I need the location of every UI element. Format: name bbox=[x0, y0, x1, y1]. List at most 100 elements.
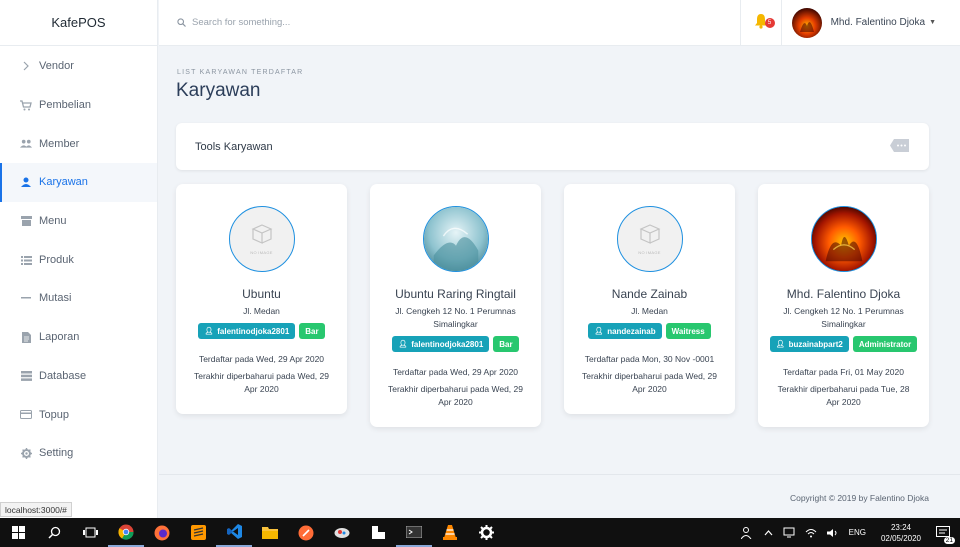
card-icon bbox=[20, 409, 32, 421]
postman-icon[interactable] bbox=[288, 518, 324, 547]
sidebar-item-label: Menu bbox=[39, 215, 67, 228]
sidebar-item-label: Produk bbox=[39, 253, 74, 266]
registered-date: Terdaftar pada Mon, 30 Nov -0001 bbox=[584, 354, 715, 364]
vlc-icon[interactable] bbox=[432, 518, 468, 547]
notification-button[interactable]: 5 bbox=[739, 0, 782, 46]
role-badge: Bar bbox=[299, 323, 325, 339]
sidebar-item-produk[interactable]: Produk bbox=[0, 240, 157, 279]
username-badge: 👤︎ nandezainab bbox=[588, 323, 662, 339]
employee-card[interactable]: NO IMAGE Ubuntu Jl. Medan 👤︎ falentinodjo… bbox=[176, 184, 347, 414]
language-indicator[interactable]: ENG bbox=[849, 528, 866, 537]
terminal-icon[interactable] bbox=[396, 518, 432, 547]
username-text: nandezainab bbox=[607, 326, 656, 336]
chevron-up-icon[interactable] bbox=[764, 529, 773, 536]
no-image-icon bbox=[251, 223, 273, 248]
sidebar-item-vendor[interactable]: Vendor bbox=[0, 47, 157, 86]
page-title: Karyawan bbox=[176, 80, 261, 101]
volume-icon[interactable] bbox=[826, 528, 839, 538]
no-image-text: NO IMAGE bbox=[250, 250, 273, 255]
avatar bbox=[791, 7, 822, 38]
action-center-count: 21 bbox=[943, 537, 955, 544]
sublime-icon[interactable] bbox=[180, 518, 216, 547]
page-subtitle: LIST KARYAWAN TERDAFTAR bbox=[177, 69, 304, 76]
sidebar-item-label: Setting bbox=[39, 447, 74, 460]
role-badge: Administrator bbox=[852, 336, 918, 352]
updated-date: Terakhir diperbaharui pada Wed, 29 Apr 2… bbox=[388, 384, 523, 407]
registered-date: Terdaftar pada Wed, 29 Apr 2020 bbox=[392, 367, 519, 377]
role-badge: Waitress bbox=[665, 323, 711, 339]
vscode-icon[interactable] bbox=[216, 518, 252, 547]
search-icon[interactable] bbox=[36, 518, 72, 547]
updated-date: Terakhir diperbaharui pada Wed, 29 Apr 2… bbox=[194, 371, 329, 394]
clock-time: 23:24 bbox=[890, 522, 911, 532]
chrome-icon[interactable] bbox=[108, 518, 144, 547]
tag-icon[interactable] bbox=[890, 138, 909, 155]
registered-date: Terdaftar pada Fri, 01 May 2020 bbox=[783, 367, 904, 377]
sidebar-item-laporan[interactable]: Laporan bbox=[0, 318, 157, 357]
employee-photo bbox=[810, 206, 877, 272]
sidebar-item-member[interactable]: Member bbox=[0, 124, 157, 163]
employee-card[interactable]: Mhd. Falentino Djoka Jl. Cengkeh 12 No. … bbox=[758, 184, 929, 427]
registered-date: Terdaftar pada Wed, 29 Apr 2020 bbox=[198, 354, 325, 364]
employee-card[interactable]: NO IMAGE Nande Zainab Jl. Medan 👤︎ nandez… bbox=[564, 184, 735, 414]
task-view-icon[interactable] bbox=[72, 518, 108, 547]
sidebar-item-label: Topup bbox=[39, 408, 69, 421]
role-badge: Bar bbox=[493, 336, 519, 352]
sidebar-item-label: Pembelian bbox=[39, 99, 91, 112]
search-icon bbox=[177, 16, 186, 30]
system-tray: ENG 23:24 02/05/2020 21 bbox=[736, 518, 960, 547]
brand-logo[interactable]: KafePOS bbox=[0, 0, 157, 46]
cart-icon bbox=[20, 99, 32, 111]
wifi-icon[interactable] bbox=[805, 528, 817, 538]
user-icon: 👤︎ bbox=[594, 328, 604, 335]
sidebar-item-database[interactable]: Database bbox=[0, 357, 157, 396]
action-center-icon[interactable]: 21 bbox=[936, 526, 955, 544]
list-icon bbox=[20, 254, 32, 266]
taskbar: ENG 23:24 02/05/2020 21 bbox=[0, 518, 960, 547]
employee-name: Ubuntu bbox=[242, 287, 281, 301]
search-box bbox=[159, 16, 740, 30]
username-text: falentinodjoka2801 bbox=[217, 326, 290, 336]
footer-divider bbox=[159, 474, 960, 475]
chevron-right-icon bbox=[20, 60, 32, 72]
sidebar-item-label: Database bbox=[39, 369, 87, 382]
employee-address: Jl. Cengkeh 12 No. 1 Perumnas Simalingka… bbox=[783, 306, 904, 329]
app-icon[interactable] bbox=[324, 518, 360, 547]
people-icon[interactable] bbox=[740, 526, 754, 539]
user-menu[interactable]: Mhd. Falentino Djoka ▼ bbox=[782, 0, 960, 46]
document-icon bbox=[20, 331, 32, 343]
employee-name: Ubuntu Raring Ringtail bbox=[395, 287, 516, 301]
search-input[interactable] bbox=[192, 17, 492, 28]
sidebar-item-setting[interactable]: Setting bbox=[0, 434, 157, 473]
minus-icon bbox=[20, 292, 32, 304]
firefox-icon[interactable] bbox=[144, 518, 180, 547]
no-image-text: NO IMAGE bbox=[638, 250, 661, 255]
user-name: Mhd. Falentino Djoka bbox=[830, 17, 926, 28]
gear-icon bbox=[20, 447, 32, 459]
username-badge: 👤︎ buzainabpart2 bbox=[769, 336, 849, 352]
tools-title: Tools Karyawan bbox=[195, 140, 273, 153]
user-icon bbox=[20, 176, 32, 188]
window-icon[interactable] bbox=[360, 518, 396, 547]
windows-start-button[interactable] bbox=[0, 518, 36, 547]
top-bar: 5 Mhd. Falentino Djoka ▼ bbox=[159, 0, 960, 46]
gear-icon[interactable] bbox=[468, 518, 504, 547]
sidebar-item-topup[interactable]: Topup bbox=[0, 395, 157, 434]
username-badge: 👤︎ falentinodjoka2801 bbox=[392, 336, 490, 352]
users-icon bbox=[20, 138, 32, 150]
user-icon: 👤︎ bbox=[775, 341, 785, 348]
updated-date: Terakhir diperbaharui pada Tue, 28 Apr 2… bbox=[777, 384, 910, 407]
username-badge: 👤︎ falentinodjoka2801 bbox=[198, 323, 296, 339]
employee-card[interactable]: Ubuntu Raring Ringtail Jl. Cengkeh 12 No… bbox=[370, 184, 541, 427]
file-explorer-icon[interactable] bbox=[252, 518, 288, 547]
username-text: falentinodjoka2801 bbox=[411, 339, 484, 349]
sidebar-item-label: Laporan bbox=[39, 331, 80, 344]
user-icon: 👤︎ bbox=[398, 341, 408, 348]
username-text: buzainabpart2 bbox=[788, 339, 843, 349]
clock[interactable]: 23:24 02/05/2020 bbox=[881, 522, 921, 544]
network-icon[interactable] bbox=[783, 527, 795, 538]
sidebar-item-karyawan[interactable]: Karyawan bbox=[0, 163, 157, 202]
sidebar-item-pembelian[interactable]: Pembelian bbox=[0, 86, 157, 125]
sidebar-item-mutasi[interactable]: Mutasi bbox=[0, 279, 157, 318]
sidebar-item-menu[interactable]: Menu bbox=[0, 202, 157, 241]
